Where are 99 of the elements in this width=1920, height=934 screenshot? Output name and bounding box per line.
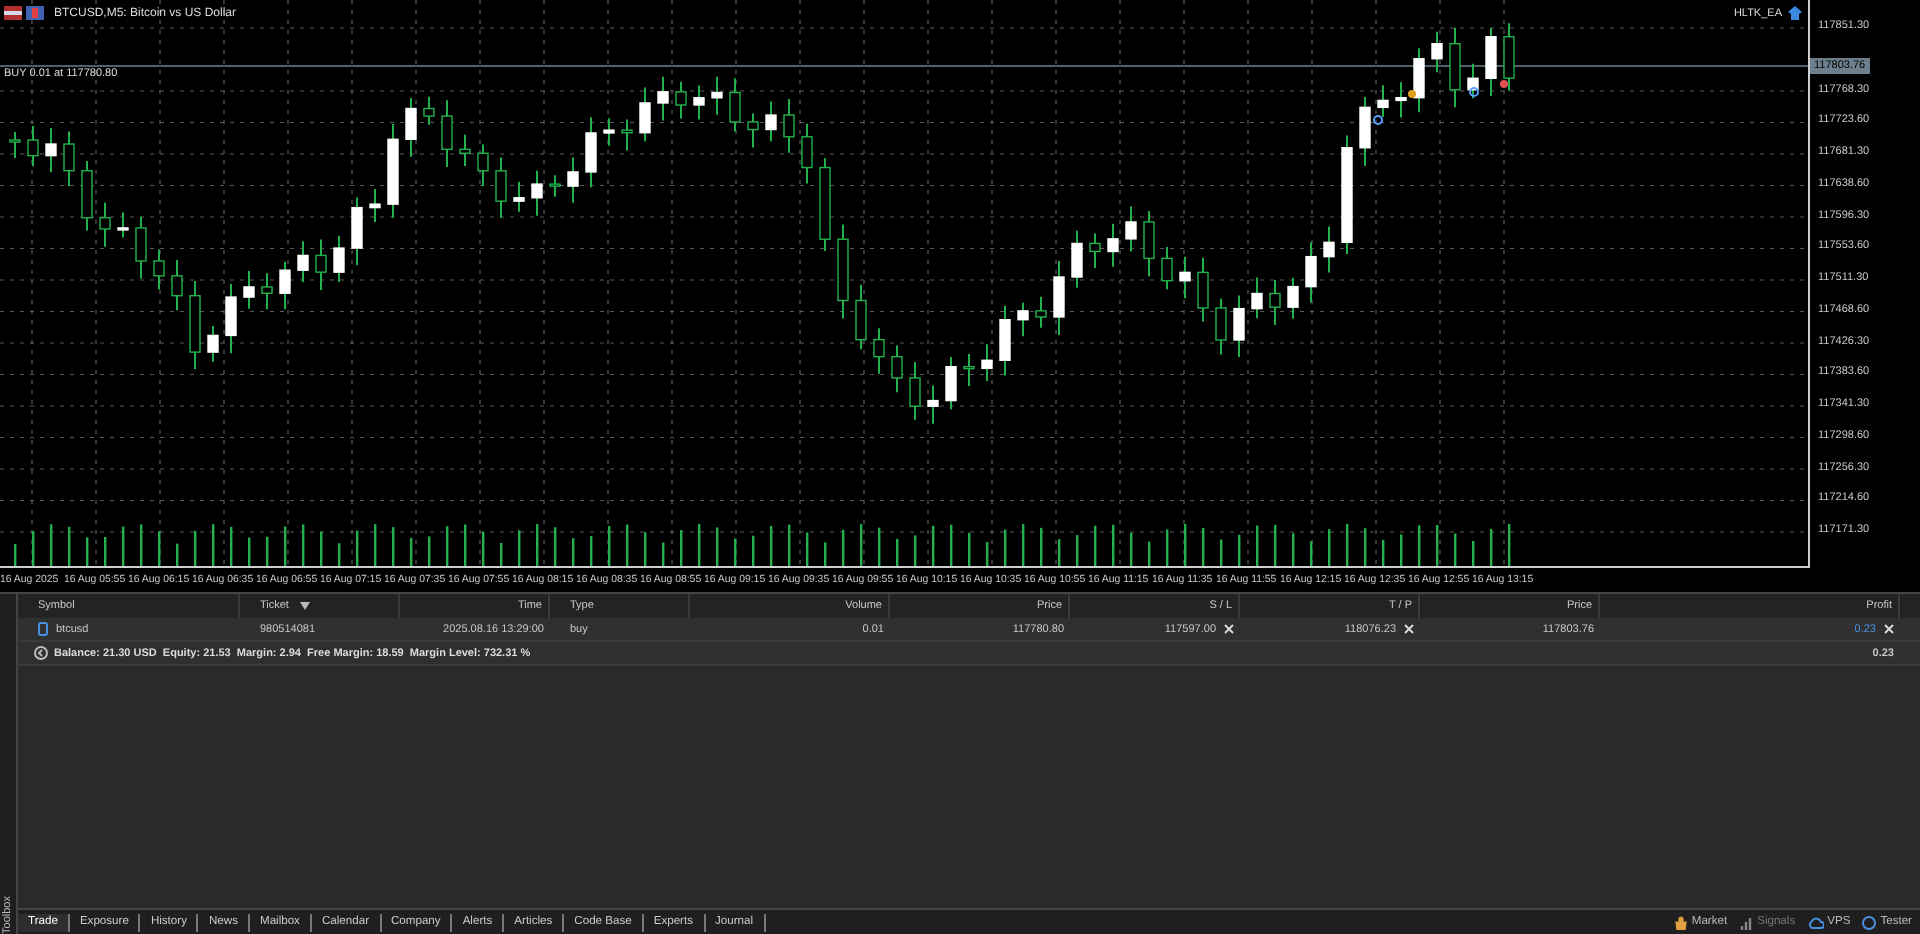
candle (1215, 297, 1227, 356)
candle (765, 100, 777, 143)
candle (405, 96, 417, 158)
candle (855, 283, 867, 351)
candle (333, 234, 345, 283)
candle (729, 77, 741, 133)
candle (531, 169, 543, 217)
candle (1143, 210, 1155, 278)
candle (1071, 229, 1083, 289)
candle (315, 238, 327, 292)
candle (585, 116, 597, 189)
candle (945, 355, 957, 411)
candle (351, 196, 363, 267)
candle (45, 127, 57, 174)
candle (459, 133, 471, 167)
candle (1017, 301, 1029, 338)
candle (1287, 277, 1299, 320)
candle (297, 240, 309, 283)
candle (207, 325, 219, 363)
candle (963, 353, 975, 388)
candle (513, 180, 525, 213)
candle (1377, 84, 1389, 118)
candle (1053, 260, 1065, 336)
candle (1449, 26, 1461, 109)
candle (1089, 232, 1101, 270)
candle (1251, 276, 1263, 320)
candle (567, 156, 579, 204)
signal-bars-icon (1739, 915, 1754, 929)
close-icon[interactable] (1224, 624, 1234, 634)
candle (891, 344, 903, 394)
candle (495, 156, 507, 219)
trade-marker (1500, 80, 1508, 88)
candle (873, 327, 885, 375)
trade-marker (1469, 87, 1479, 97)
candle (369, 187, 381, 224)
trade-marker (1408, 90, 1416, 98)
flag-icon (4, 6, 22, 20)
candle (1395, 81, 1407, 119)
candle (981, 343, 993, 382)
candle (639, 86, 651, 143)
candle (117, 211, 129, 239)
candle (603, 117, 615, 147)
circle-icon (1862, 915, 1877, 929)
cloud-icon (1807, 915, 1824, 929)
candle (621, 118, 633, 152)
candle (657, 75, 669, 122)
candle (423, 95, 435, 126)
candle (1125, 205, 1137, 253)
candle (27, 125, 39, 168)
candle (819, 157, 831, 252)
candle (387, 122, 399, 219)
candle (1107, 222, 1119, 268)
candle (261, 272, 273, 311)
candle (1467, 62, 1479, 100)
chart-type-icon (26, 6, 44, 20)
candle (1323, 225, 1335, 274)
candle (1485, 26, 1497, 98)
candle (153, 248, 165, 291)
candle (1035, 295, 1047, 329)
candle (243, 269, 255, 310)
candle (1197, 256, 1209, 323)
candle (171, 259, 183, 312)
candle (837, 223, 849, 320)
candle (1305, 241, 1317, 304)
candle (63, 130, 75, 187)
candle (9, 131, 21, 159)
candle (1413, 47, 1425, 114)
candle (693, 84, 705, 121)
trade-marker (1373, 115, 1383, 125)
candle (279, 260, 291, 311)
candle (1233, 294, 1245, 359)
close-icon[interactable] (1404, 624, 1414, 634)
candle (135, 215, 147, 280)
candle (1341, 134, 1353, 256)
candle (1269, 278, 1281, 327)
candle (549, 174, 561, 198)
candle (1179, 255, 1191, 300)
candle (189, 279, 201, 371)
position-icon (38, 622, 48, 636)
summary-icon (34, 646, 48, 660)
candle (225, 283, 237, 355)
candle (711, 75, 723, 116)
candle (909, 361, 921, 421)
candle (1161, 245, 1173, 291)
candle (81, 159, 93, 232)
candle (801, 122, 813, 185)
candle (441, 99, 453, 169)
candle (675, 80, 687, 120)
candle (927, 384, 939, 425)
candle (999, 304, 1011, 377)
candle (747, 112, 759, 149)
candle (99, 201, 111, 248)
candle (783, 98, 795, 154)
bag-icon (1673, 915, 1688, 929)
close-icon[interactable] (1884, 624, 1894, 634)
candle (1359, 96, 1371, 167)
candle (1431, 30, 1443, 74)
candle (477, 143, 489, 188)
candle (1503, 22, 1515, 92)
